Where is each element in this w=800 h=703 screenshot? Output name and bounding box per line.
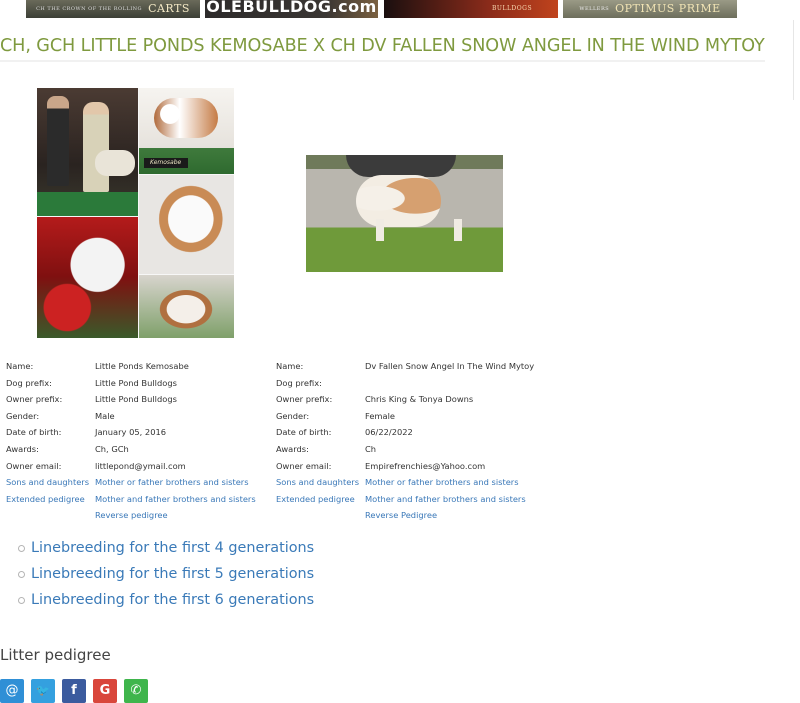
linebreeding-link[interactable]: Linebreeding for the first 5 generations <box>31 564 314 584</box>
sire-owner-email: littlepond@ymail.com <box>95 460 186 471</box>
dam-extended-pedigree-link[interactable]: Extended pedigree <box>276 491 355 508</box>
label-awards: Awards: <box>6 443 39 454</box>
sire-extended-pedigree-link[interactable]: Extended pedigree <box>6 491 85 508</box>
collage-show-photo <box>37 88 138 216</box>
dam-owner-prefix: Chris King & Tonya Downs <box>365 394 474 405</box>
banner-optimus-prime[interactable]: WELLERS OPTIMUS PRIME <box>563 0 737 18</box>
dam-dob: 06/22/2022 <box>365 427 413 438</box>
sire-dog-prefix: Little Pond Bulldogs <box>95 377 177 388</box>
collage-standing-photo <box>138 274 234 338</box>
label-dog-prefix: Dog prefix: <box>6 377 52 388</box>
google-icon: G <box>99 683 111 698</box>
sire-sons-daughters-link[interactable]: Sons and daughters <box>6 474 89 491</box>
title-divider <box>0 60 765 62</box>
google-share-button[interactable]: G <box>93 679 117 703</box>
whatsapp-icon: ✆ <box>130 683 142 698</box>
dam-awards: Ch <box>365 443 377 454</box>
label-dob: Date of birth: <box>6 427 62 438</box>
banner-text: OLEBULLDOG.com <box>206 0 377 16</box>
email-icon: @ <box>5 683 19 698</box>
sire-dob: January 05, 2016 <box>95 427 167 438</box>
collage-caption: Kemosabe <box>144 158 188 168</box>
linebreeding-link[interactable]: Linebreeding for the first 6 generations <box>31 590 314 610</box>
label-owner-email: Owner email: <box>276 460 332 471</box>
sire-reverse-pedigree-link[interactable]: Reverse pedigree <box>95 507 168 524</box>
radio-icon[interactable] <box>18 545 25 552</box>
twitter-icon: 🐦 <box>36 684 50 697</box>
radio-icon[interactable] <box>18 571 25 578</box>
litter-pedigree-heading: Litter pedigree <box>0 646 111 664</box>
sire-owner-prefix: Little Pond Bulldogs <box>95 394 177 405</box>
dam-owner-email: Empirefrenchies@Yahoo.com <box>365 460 486 471</box>
banner-bulldogs[interactable]: BULLDOGS <box>384 0 558 18</box>
dam-gender: Female <box>365 410 395 421</box>
label-name: Name: <box>6 361 34 371</box>
dam-reverse-pedigree-link[interactable]: Reverse Pedigree <box>365 507 437 524</box>
side-scrollbar[interactable] <box>793 20 800 100</box>
sire-photo[interactable]: Kemosabe <box>37 88 234 338</box>
dam-sons-daughters-link[interactable]: Sons and daughters <box>276 474 359 491</box>
whatsapp-share-button[interactable]: ✆ <box>124 679 148 703</box>
facebook-share-button[interactable]: f <box>62 679 86 703</box>
dam-mother-or-father-siblings-link[interactable]: Mother or father brothers and sisters <box>365 474 519 491</box>
banner-carts-dor[interactable]: CH THE CROWN OF THE ROLLINGCARTS D'OR <box>26 0 200 18</box>
page-title: CH, GCH LITTLE PONDS KEMOSABE X CH DV FA… <box>0 36 765 56</box>
sire-mother-or-father-siblings-link[interactable]: Mother or father brothers and sisters <box>95 474 249 491</box>
label-awards: Awards: <box>276 443 309 454</box>
email-share-button[interactable]: @ <box>0 679 24 703</box>
sire-name: Little Ponds Kemosabe <box>95 361 189 371</box>
linebreeding-link[interactable]: Linebreeding for the first 4 generations <box>31 538 314 558</box>
label-owner-prefix: Owner prefix: <box>276 394 333 405</box>
banner-text: OPTIMUS PRIME <box>615 2 721 15</box>
dam-info: Name: Dv Fallen Snow Angel In The Wind My… <box>276 358 576 524</box>
label-owner-email: Owner email: <box>6 460 62 471</box>
label-dob: Date of birth: <box>276 427 332 438</box>
sire-awards: Ch, GCh <box>95 443 129 454</box>
facebook-icon: f <box>71 683 77 698</box>
label-dog-prefix: Dog prefix: <box>276 377 322 388</box>
banner-text: BULLDOGS <box>492 5 533 12</box>
label-owner-prefix: Owner prefix: <box>6 394 63 405</box>
dam-name: Dv Fallen Snow Angel In The Wind Mytoy <box>365 361 535 371</box>
collage-side-photo: Kemosabe <box>138 88 234 174</box>
banner-olebulldog[interactable]: OLEBULLDOG.com <box>205 0 378 18</box>
label-gender: Gender: <box>276 410 310 421</box>
sire-mother-and-father-siblings-link[interactable]: Mother and father brothers and sisters <box>95 491 256 508</box>
collage-face-photo <box>138 174 234 274</box>
banner-small-text: WELLERS <box>579 6 610 12</box>
banner-small-text: CH THE CROWN OF THE ROLLING <box>36 6 143 12</box>
sponsor-banners: CH THE CROWN OF THE ROLLINGCARTS D'OR OL… <box>0 0 800 20</box>
dam-photo[interactable] <box>306 155 503 272</box>
dam-mother-and-father-siblings-link[interactable]: Mother and father brothers and sisters <box>365 491 526 508</box>
sire-gender: Male <box>95 410 115 421</box>
sire-info: Name: Little Ponds Kemosabe Dog prefix: Li… <box>6 358 276 524</box>
twitter-share-button[interactable]: 🐦 <box>31 679 55 703</box>
collage-roses-photo <box>37 216 138 338</box>
label-gender: Gender: <box>6 410 40 421</box>
label-name: Name: <box>276 361 304 371</box>
radio-icon[interactable] <box>18 597 25 604</box>
